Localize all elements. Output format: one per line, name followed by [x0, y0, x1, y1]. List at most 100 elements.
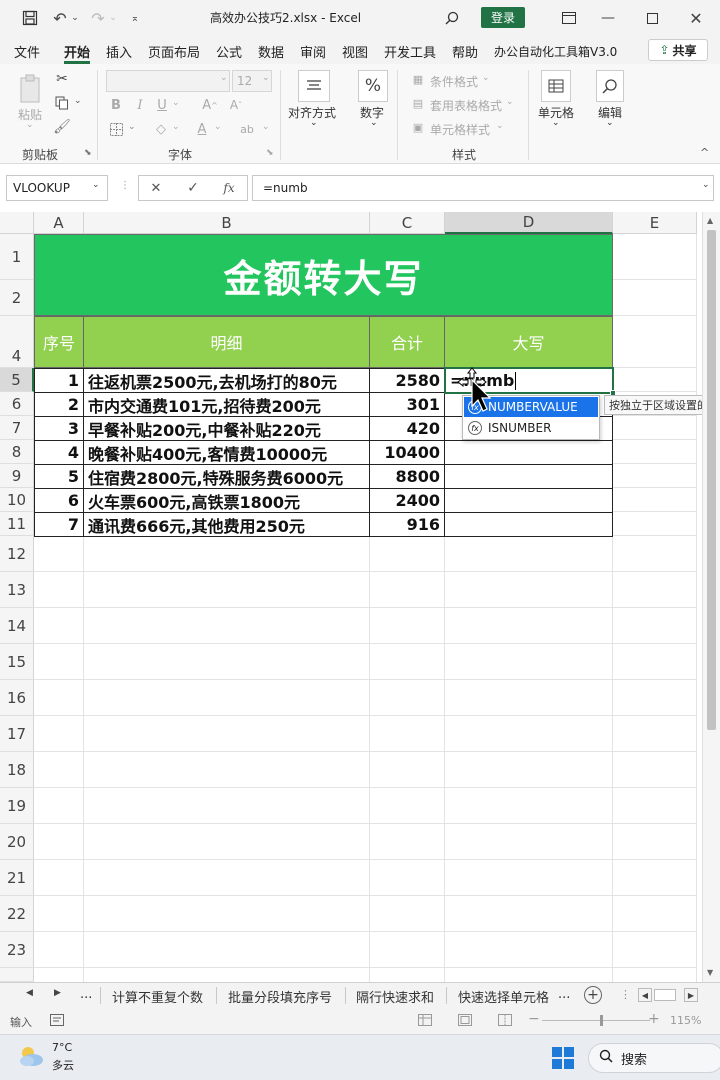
cells-dropdown-icon[interactable]: ⌄ — [552, 118, 560, 128]
column-header-b[interactable]: B — [84, 212, 370, 234]
paste-dropdown-icon[interactable]: ⌄ — [26, 120, 34, 130]
cells-icon[interactable] — [541, 70, 571, 102]
customize-toolbar-icon[interactable]: ⌅ — [128, 9, 142, 27]
cell-detail[interactable]: 火车票600元,高铁票1800元 — [83, 488, 370, 513]
normal-view-icon[interactable] — [418, 1014, 432, 1029]
cell-no[interactable]: 2 — [34, 392, 84, 417]
close-icon[interactable]: ✕ — [684, 8, 708, 28]
underline-icon[interactable]: U — [154, 96, 170, 114]
tab-review[interactable]: 审阅 — [300, 42, 326, 61]
tab-office-toolbox[interactable]: 办公自动化工具箱V3.0 — [494, 43, 617, 60]
sheet-ellipsis-right[interactable]: ... — [558, 987, 570, 1002]
cell-total[interactable]: 420 — [369, 416, 445, 441]
formula-bar-grip-icon[interactable]: ⋮ — [120, 180, 130, 191]
row-header-8[interactable]: 8 — [0, 440, 34, 464]
collapse-ribbon-icon[interactable]: ^ — [700, 146, 709, 159]
zoom-slider-thumb[interactable] — [600, 1015, 603, 1026]
redo-dropdown-icon[interactable]: ⌄ — [108, 9, 118, 27]
phonetic-icon[interactable]: ab — [238, 120, 256, 138]
row-header-10[interactable]: 10 — [0, 488, 34, 512]
zoom-out-icon[interactable]: − — [528, 1011, 540, 1027]
fill-color-icon[interactable]: ◇ — [152, 120, 170, 138]
row-header-13[interactable]: 13 — [0, 572, 34, 608]
header-detail[interactable]: 明细 — [83, 316, 370, 368]
font-size-dropdown-icon[interactable]: ⌄ — [262, 73, 270, 83]
cancel-formula-icon[interactable]: ✕ — [146, 179, 166, 197]
row-header-2[interactable]: 2 — [0, 280, 34, 316]
cell-uppercase[interactable] — [444, 464, 613, 489]
row-header-5[interactable]: 5 — [0, 368, 34, 392]
tab-page-layout[interactable]: 页面布局 — [148, 42, 200, 61]
share-button[interactable]: ⇪ 共享 — [648, 39, 708, 61]
cell-style-icon[interactable]: ▣ — [410, 119, 426, 135]
tab-developer[interactable]: 开发工具 — [384, 42, 436, 61]
save-icon[interactable] — [20, 9, 40, 27]
font-color-dropdown-icon[interactable]: ⌄ — [214, 122, 222, 132]
table-title[interactable]: 金额转大写 — [34, 234, 613, 316]
zoom-level[interactable]: 115% — [670, 1014, 701, 1027]
font-name-field[interactable] — [106, 70, 230, 92]
weather-icon[interactable] — [16, 1043, 46, 1073]
row-header-21[interactable]: 21 — [0, 860, 34, 896]
tab-formulas[interactable]: 公式 — [216, 42, 242, 61]
column-header-a[interactable]: A — [34, 212, 84, 234]
redo-icon[interactable]: ↷ — [88, 8, 108, 28]
insert-function-icon[interactable]: fx — [218, 179, 240, 197]
worksheet-grid[interactable]: A B C D E 1 2 4 5 6 7 8 9 10 11 12 13 14… — [0, 212, 720, 982]
sheet-ellipsis-left[interactable]: ... — [80, 987, 92, 1002]
conditional-format-label[interactable]: 条件格式 — [430, 73, 478, 90]
row-header-11[interactable]: 11 — [0, 512, 34, 536]
column-header-d[interactable]: D — [445, 212, 613, 234]
minimize-icon[interactable]: — — [596, 8, 620, 28]
conditional-format-dropdown-icon[interactable]: ⌄ — [482, 73, 490, 83]
tab-data[interactable]: 数据 — [258, 42, 284, 61]
maximize-icon[interactable] — [640, 8, 664, 28]
cell-no[interactable]: 5 — [34, 464, 84, 489]
font-name-dropdown-icon[interactable]: ⌄ — [220, 73, 228, 83]
tab-home[interactable]: 开始 — [64, 42, 90, 61]
row-header-4[interactable]: 4 — [0, 316, 34, 368]
select-all-corner[interactable] — [0, 212, 34, 234]
taskbar-search[interactable]: 搜索 — [588, 1043, 720, 1073]
cell-detail[interactable]: 市内交通费101元,招待费200元 — [83, 392, 370, 417]
cell-no[interactable]: 6 — [34, 488, 84, 513]
phonetic-dropdown-icon[interactable]: ⌄ — [262, 122, 270, 132]
table-format-label[interactable]: 套用表格格式 — [430, 97, 502, 114]
cell-no[interactable]: 3 — [34, 416, 84, 441]
row-header-16[interactable]: 16 — [0, 680, 34, 716]
row-header-22[interactable]: 22 — [0, 896, 34, 932]
scroll-thumb[interactable] — [707, 230, 716, 730]
row-header-7[interactable]: 7 — [0, 416, 34, 440]
edit-dropdown-icon[interactable]: ⌄ — [606, 118, 614, 128]
cut-icon[interactable]: ✂ — [52, 70, 72, 88]
cell-uppercase[interactable] — [444, 488, 613, 513]
undo-dropdown-icon[interactable]: ⌄ — [70, 9, 80, 27]
cell-uppercase[interactable] — [444, 440, 613, 465]
sheet-tab[interactable]: 计算不重复个数 — [112, 987, 203, 1006]
column-header-e[interactable]: E — [613, 212, 697, 234]
tab-help[interactable]: 帮助 — [452, 42, 478, 61]
row-header-6[interactable]: 6 — [0, 392, 34, 416]
cell-no[interactable]: 4 — [34, 440, 84, 465]
copy-icon[interactable] — [52, 94, 72, 112]
sheet-tab[interactable]: 隔行快速求和 — [356, 987, 434, 1006]
expand-formula-icon[interactable]: ⌄ — [702, 180, 710, 190]
italic-icon[interactable]: I — [132, 96, 148, 114]
paste-icon[interactable] — [16, 72, 44, 106]
border-dropdown-icon[interactable]: ⌄ — [128, 122, 136, 132]
table-format-dropdown-icon[interactable]: ⌄ — [506, 97, 514, 107]
header-no[interactable]: 序号 — [34, 316, 84, 368]
sheet-tab[interactable]: 快速选择单元格 — [458, 987, 549, 1006]
align-dropdown-icon[interactable]: ⌄ — [310, 118, 318, 128]
bold-icon[interactable]: B — [108, 96, 124, 114]
cell-detail[interactable]: 晚餐补贴400元,客情费10000元 — [83, 440, 370, 465]
autocomplete-item-isnumber[interactable]: fx ISNUMBER — [464, 418, 598, 438]
page-break-view-icon[interactable] — [498, 1014, 512, 1029]
border-icon[interactable] — [108, 120, 124, 138]
tab-file[interactable]: 文件 — [14, 42, 40, 61]
cell-detail[interactable]: 早餐补贴200元,中餐补贴220元 — [83, 416, 370, 441]
scroll-down-icon[interactable]: ▼ — [707, 968, 713, 977]
conditional-format-icon[interactable]: ▦ — [410, 71, 426, 87]
cell-uppercase[interactable] — [444, 512, 613, 537]
page-layout-view-icon[interactable] — [458, 1014, 472, 1029]
